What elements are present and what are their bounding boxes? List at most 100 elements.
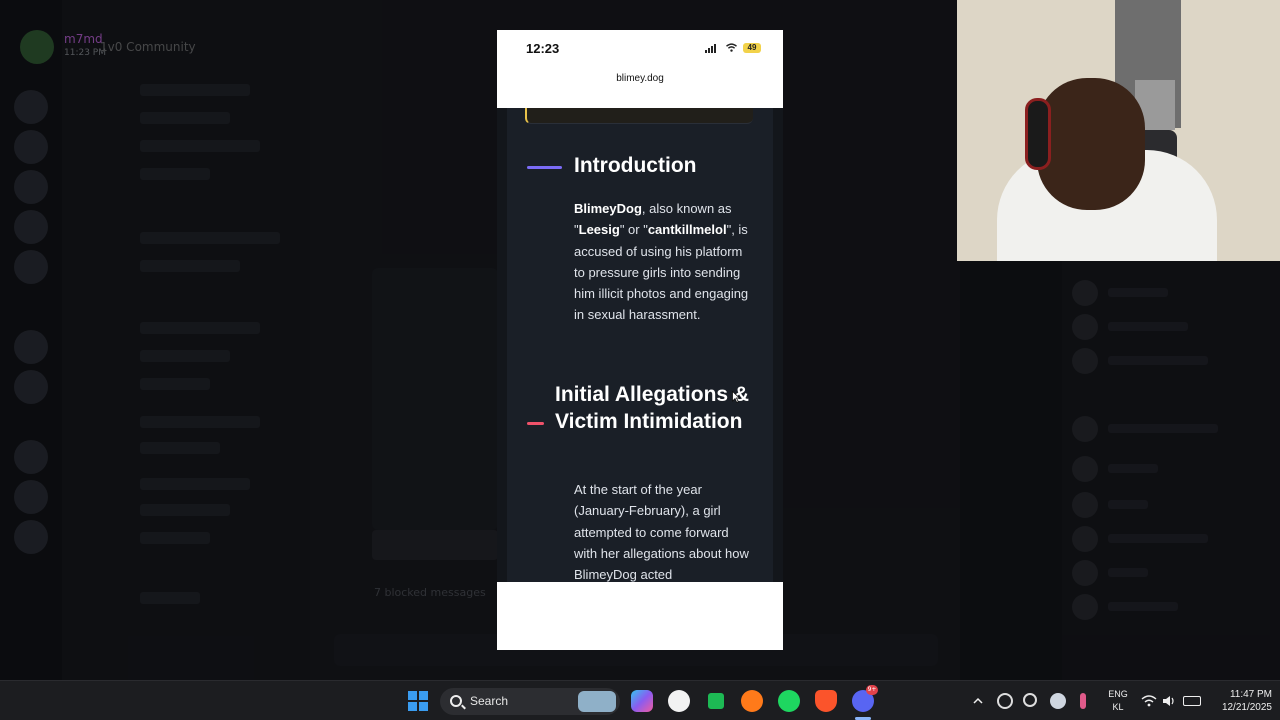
intro-heading: Introduction [574,154,697,177]
intro-paragraph: BlimeyDog, also known as "Leesig" or "ca… [574,198,754,326]
taskbar: Search 9+ ENG KL 11:47 PM 12/21/2025 [0,680,1280,720]
member-name[interactable] [1108,424,1218,433]
server-icon[interactable] [14,440,48,474]
member-avatar[interactable] [1072,492,1098,518]
member-avatar[interactable] [1072,348,1098,374]
taskbar-search[interactable]: Search [440,688,620,715]
volume-icon[interactable] [1161,693,1177,709]
phone-screen: 12:23 49 blimey.dog Introduction BlimeyD… [497,30,783,650]
intro-text-3: ", is accused of using his platform to p… [574,222,749,323]
channel-item[interactable] [140,112,230,124]
wifi-icon [726,43,737,52]
channel-item[interactable] [140,350,230,362]
language-line-2: KL [1112,702,1124,712]
app-icon[interactable] [705,690,727,712]
alias-1: Leesig [578,222,620,238]
server-icon[interactable] [14,330,48,364]
status-time: 12:23 [526,41,560,56]
member-name[interactable] [1108,534,1208,543]
steam-icon[interactable] [1050,693,1066,709]
obs-icon[interactable] [1023,693,1037,707]
member-avatar[interactable] [1072,560,1098,586]
member-avatar[interactable] [1072,526,1098,552]
member-name[interactable] [1108,602,1178,611]
member-avatar[interactable] [1072,280,1098,306]
github-icon[interactable] [668,690,690,712]
channel-list [62,0,310,680]
avatar [20,30,54,64]
search-highlight-icon [578,691,616,712]
webcam-feed [957,0,1280,261]
headset-icon [1025,98,1051,170]
channel-item[interactable] [140,592,200,604]
channel-item[interactable] [140,504,230,516]
sync-icon[interactable] [997,693,1013,709]
channel-item[interactable] [140,478,250,490]
battery-icon: 49 [743,43,761,53]
member-avatar[interactable] [1072,416,1098,442]
caret-up-icon[interactable] [970,693,986,709]
member-name[interactable] [1108,500,1148,509]
intro-accent [527,166,562,169]
server-icon[interactable] [14,210,48,244]
url-text[interactable]: blimey.dog [616,73,664,84]
webpage: Introduction BlimeyDog, also known as "L… [497,108,783,582]
signal-icon [705,44,719,53]
language-indicator[interactable]: ENG KL [1105,688,1131,714]
firefox-icon[interactable] [741,690,763,712]
server-icon[interactable] [14,520,48,554]
alias-2: cantkillmelol [647,222,727,238]
wifi-icon[interactable] [1141,693,1157,709]
channel-item[interactable] [140,416,260,428]
channel-item[interactable] [140,168,210,180]
server-icon[interactable] [14,130,48,164]
allegations-accent [527,422,544,425]
channel-item[interactable] [140,140,260,152]
channel-item[interactable] [140,322,260,334]
blocked-messages[interactable]: 7 blocked messages [374,586,486,599]
channel-item[interactable] [140,532,210,544]
intro-text-2: " or " [619,222,648,238]
battery-icon[interactable] [1183,696,1201,706]
screen: m7md 11:23 PM 1v0 Community 7 blocked me… [0,0,1280,680]
server-icon[interactable] [14,170,48,204]
discord-badge: 9+ [866,685,878,695]
windows-start-icon[interactable] [408,691,428,711]
member-name[interactable] [1108,288,1168,297]
url-bar[interactable]: blimey.dog [497,66,783,108]
channel-item[interactable] [140,260,240,272]
channel-item[interactable] [140,232,280,244]
member-name[interactable] [1108,464,1158,473]
status-bar: 12:23 49 [497,30,783,66]
search-label: Search [470,694,509,708]
server-icon[interactable] [14,90,48,124]
mic-icon[interactable] [1080,693,1086,709]
system-clock[interactable]: 11:47 PM 12/21/2025 [1204,688,1272,714]
server-icon[interactable] [14,370,48,404]
clock-date: 12/21/2025 [1221,702,1272,713]
search-icon [450,695,462,707]
brave-icon[interactable] [815,690,837,712]
member-name[interactable] [1108,568,1148,577]
embed-button[interactable] [372,530,498,560]
server-icon[interactable] [14,250,48,284]
member-avatar[interactable] [1072,314,1098,340]
streamer-head [1037,78,1145,210]
browser-bottom-bar [497,582,783,650]
allegations-paragraph: At the start of the year (January-Februa… [574,482,749,582]
channel-item[interactable] [140,378,210,390]
cursor-icon [732,391,740,403]
language-line-1: ENG [1108,689,1128,699]
copilot-icon[interactable] [631,690,653,712]
member-avatar[interactable] [1072,456,1098,482]
member-name[interactable] [1108,322,1188,331]
channel-item[interactable] [140,442,220,454]
server-rail [0,0,62,680]
server-icon[interactable] [14,480,48,514]
intro-name: BlimeyDog [574,201,642,216]
channel-item[interactable] [140,84,250,96]
member-avatar[interactable] [1072,594,1098,620]
spotify-icon[interactable] [778,690,800,712]
member-name[interactable] [1108,356,1208,365]
member-list [1062,260,1280,680]
